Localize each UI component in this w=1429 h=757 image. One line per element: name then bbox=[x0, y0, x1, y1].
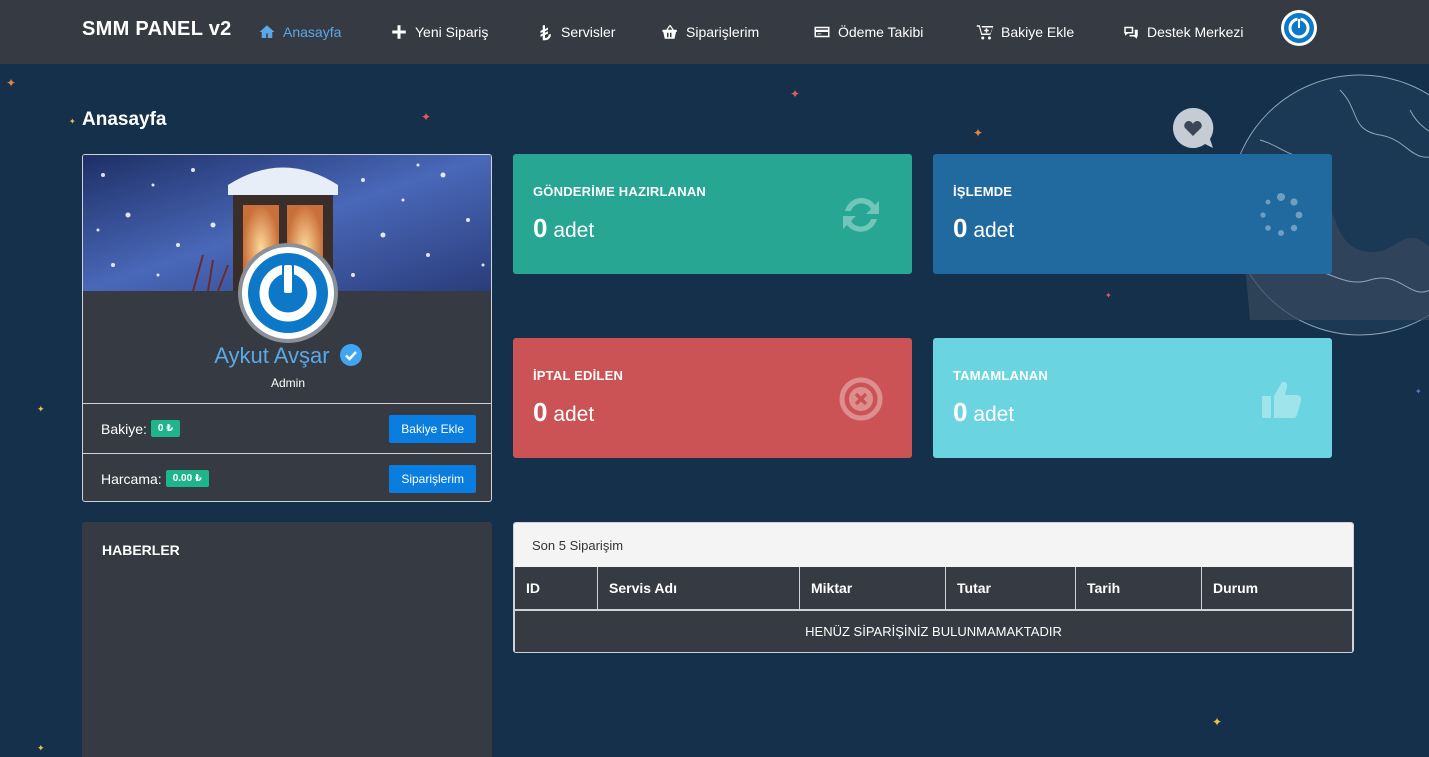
sparkle-decoration: ✦ bbox=[37, 743, 45, 753]
nav-item-destek-merkezi[interactable]: Destek Merkezi bbox=[1122, 20, 1243, 44]
thumbs-up-icon bbox=[1262, 381, 1302, 418]
stat-unit: adet bbox=[973, 403, 1015, 426]
sparkle-decoration: ✦ bbox=[1212, 715, 1223, 729]
spend-badge: 0.00 ₺ bbox=[165, 470, 209, 487]
nav-item-siparislerim[interactable]: Siparişlerim bbox=[661, 20, 759, 44]
nav-label: Destek Merkezi bbox=[1147, 24, 1244, 40]
stat-card-processing[interactable]: İŞLEMDE 0 adet bbox=[933, 154, 1332, 274]
profile-name-text: Aykut Avşar bbox=[214, 343, 330, 368]
nav-label: Anasayfa bbox=[283, 24, 342, 40]
sparkle-decoration: ✦ bbox=[973, 126, 984, 140]
nav-label: Ödeme Takibi bbox=[838, 24, 924, 40]
home-icon bbox=[259, 25, 275, 38]
power-icon bbox=[248, 253, 328, 333]
my-orders-button[interactable]: Siparişlerim bbox=[389, 464, 476, 493]
balance-badge: 0 ₺ bbox=[150, 420, 181, 437]
cart-plus-icon bbox=[976, 25, 994, 40]
nav-label: Bakiye Ekle bbox=[1001, 24, 1075, 40]
stat-count: 0 bbox=[953, 213, 968, 243]
sparkle-decoration: ✦ bbox=[6, 76, 17, 90]
news-panel: HABERLER bbox=[82, 522, 492, 757]
stat-unit: adet bbox=[973, 219, 1015, 242]
column-header-id[interactable]: ID bbox=[514, 567, 598, 611]
news-title: HABERLER bbox=[102, 542, 180, 558]
nav-item-servisler[interactable]: Servisler bbox=[536, 20, 615, 44]
nav-label: Yeni Sipariş bbox=[415, 24, 489, 40]
column-header-service[interactable]: Servis Adı bbox=[597, 567, 800, 611]
chat-icon bbox=[1124, 26, 1138, 39]
page-title: Anasayfa bbox=[82, 109, 167, 130]
heart-chat-icon bbox=[1173, 107, 1214, 148]
recent-orders-title: Son 5 Siparişim bbox=[514, 523, 1353, 567]
times-circle-icon bbox=[839, 377, 883, 421]
stat-unit: adet bbox=[553, 403, 595, 426]
basket-icon bbox=[662, 25, 677, 39]
column-header-amount[interactable]: Tutar bbox=[945, 567, 1076, 611]
verified-check-icon bbox=[339, 344, 362, 366]
lira-icon bbox=[540, 25, 551, 41]
stat-card-pending[interactable]: GÖNDERİME HAZIRLANAN 0 adet bbox=[513, 154, 912, 274]
nav-item-anasayfa[interactable]: Anasayfa bbox=[258, 20, 341, 44]
balance-label: Bakiye: bbox=[101, 420, 147, 437]
stat-count: 0 bbox=[953, 397, 968, 427]
nav-item-bakiye-ekle[interactable]: Bakiye Ekle bbox=[976, 20, 1074, 44]
column-header-quantity[interactable]: Miktar bbox=[799, 567, 946, 611]
sparkle-decoration: ✦ bbox=[790, 87, 801, 101]
column-header-date[interactable]: Tarih bbox=[1075, 567, 1202, 611]
orders-table: ID Servis Adı Miktar Tutar Tarih Durum H… bbox=[514, 567, 1353, 652]
nav-label: Siparişlerim bbox=[686, 24, 760, 40]
top-navbar: SMM PANEL v2 Anasayfa Yeni Sipariş Servi… bbox=[0, 0, 1429, 64]
empty-orders-message: HENÜZ SİPARİŞİNİZ BULUNMAMAKTADIR bbox=[514, 609, 1353, 652]
recent-orders-panel: Son 5 Siparişim ID Servis Adı Miktar Tut… bbox=[513, 522, 1354, 653]
profile-role: Admin bbox=[270, 376, 305, 390]
brand-logo[interactable]: SMM PANEL v2 bbox=[82, 18, 232, 41]
table-header-row: ID Servis Adı Miktar Tutar Tarih Durum bbox=[514, 567, 1353, 611]
stat-count: 0 bbox=[533, 213, 548, 243]
column-header-status[interactable]: Durum bbox=[1201, 567, 1353, 611]
sparkle-decoration: ✦ bbox=[1105, 291, 1112, 300]
sparkle-decoration: ✦ bbox=[1415, 387, 1422, 396]
user-avatar-button[interactable] bbox=[1281, 10, 1317, 46]
table-row: HENÜZ SİPARİŞİNİZ BULUNMAMAKTADIR bbox=[514, 609, 1353, 652]
plus-icon bbox=[392, 25, 406, 39]
profile-avatar bbox=[238, 243, 338, 343]
sparkle-decoration: ✦ bbox=[69, 117, 76, 126]
profile-name: Aykut Avşar bbox=[83, 343, 491, 369]
nav-item-odeme-takibi[interactable]: Ödeme Takibi bbox=[813, 20, 923, 44]
sparkle-decoration: ✦ bbox=[37, 404, 45, 414]
stat-unit: adet bbox=[553, 219, 595, 242]
spend-row: Harcama: 0.00 ₺ Siparişlerim bbox=[83, 453, 491, 501]
add-balance-button[interactable]: Bakiye Ekle bbox=[389, 414, 476, 443]
stat-count: 0 bbox=[533, 397, 548, 427]
profile-card: Aykut Avşar Admin Bakiye: 0 ₺ Bakiye Ekl… bbox=[82, 154, 492, 502]
balance-row: Bakiye: 0 ₺ Bakiye Ekle bbox=[83, 403, 491, 453]
nav-label: Servisler bbox=[561, 24, 616, 40]
spend-label: Harcama: bbox=[101, 470, 162, 487]
sparkle-decoration: ✦ bbox=[421, 110, 432, 124]
refresh-icon bbox=[843, 197, 879, 232]
credit-card-icon bbox=[814, 26, 830, 38]
stat-card-completed[interactable]: TAMAMLANAN 0 adet bbox=[933, 338, 1332, 458]
spinner-icon bbox=[1260, 193, 1303, 236]
nav-item-yeni-siparis[interactable]: Yeni Sipariş bbox=[390, 20, 488, 44]
power-icon bbox=[1284, 13, 1314, 43]
stat-card-cancelled[interactable]: İPTAL EDİLEN 0 adet bbox=[513, 338, 912, 458]
